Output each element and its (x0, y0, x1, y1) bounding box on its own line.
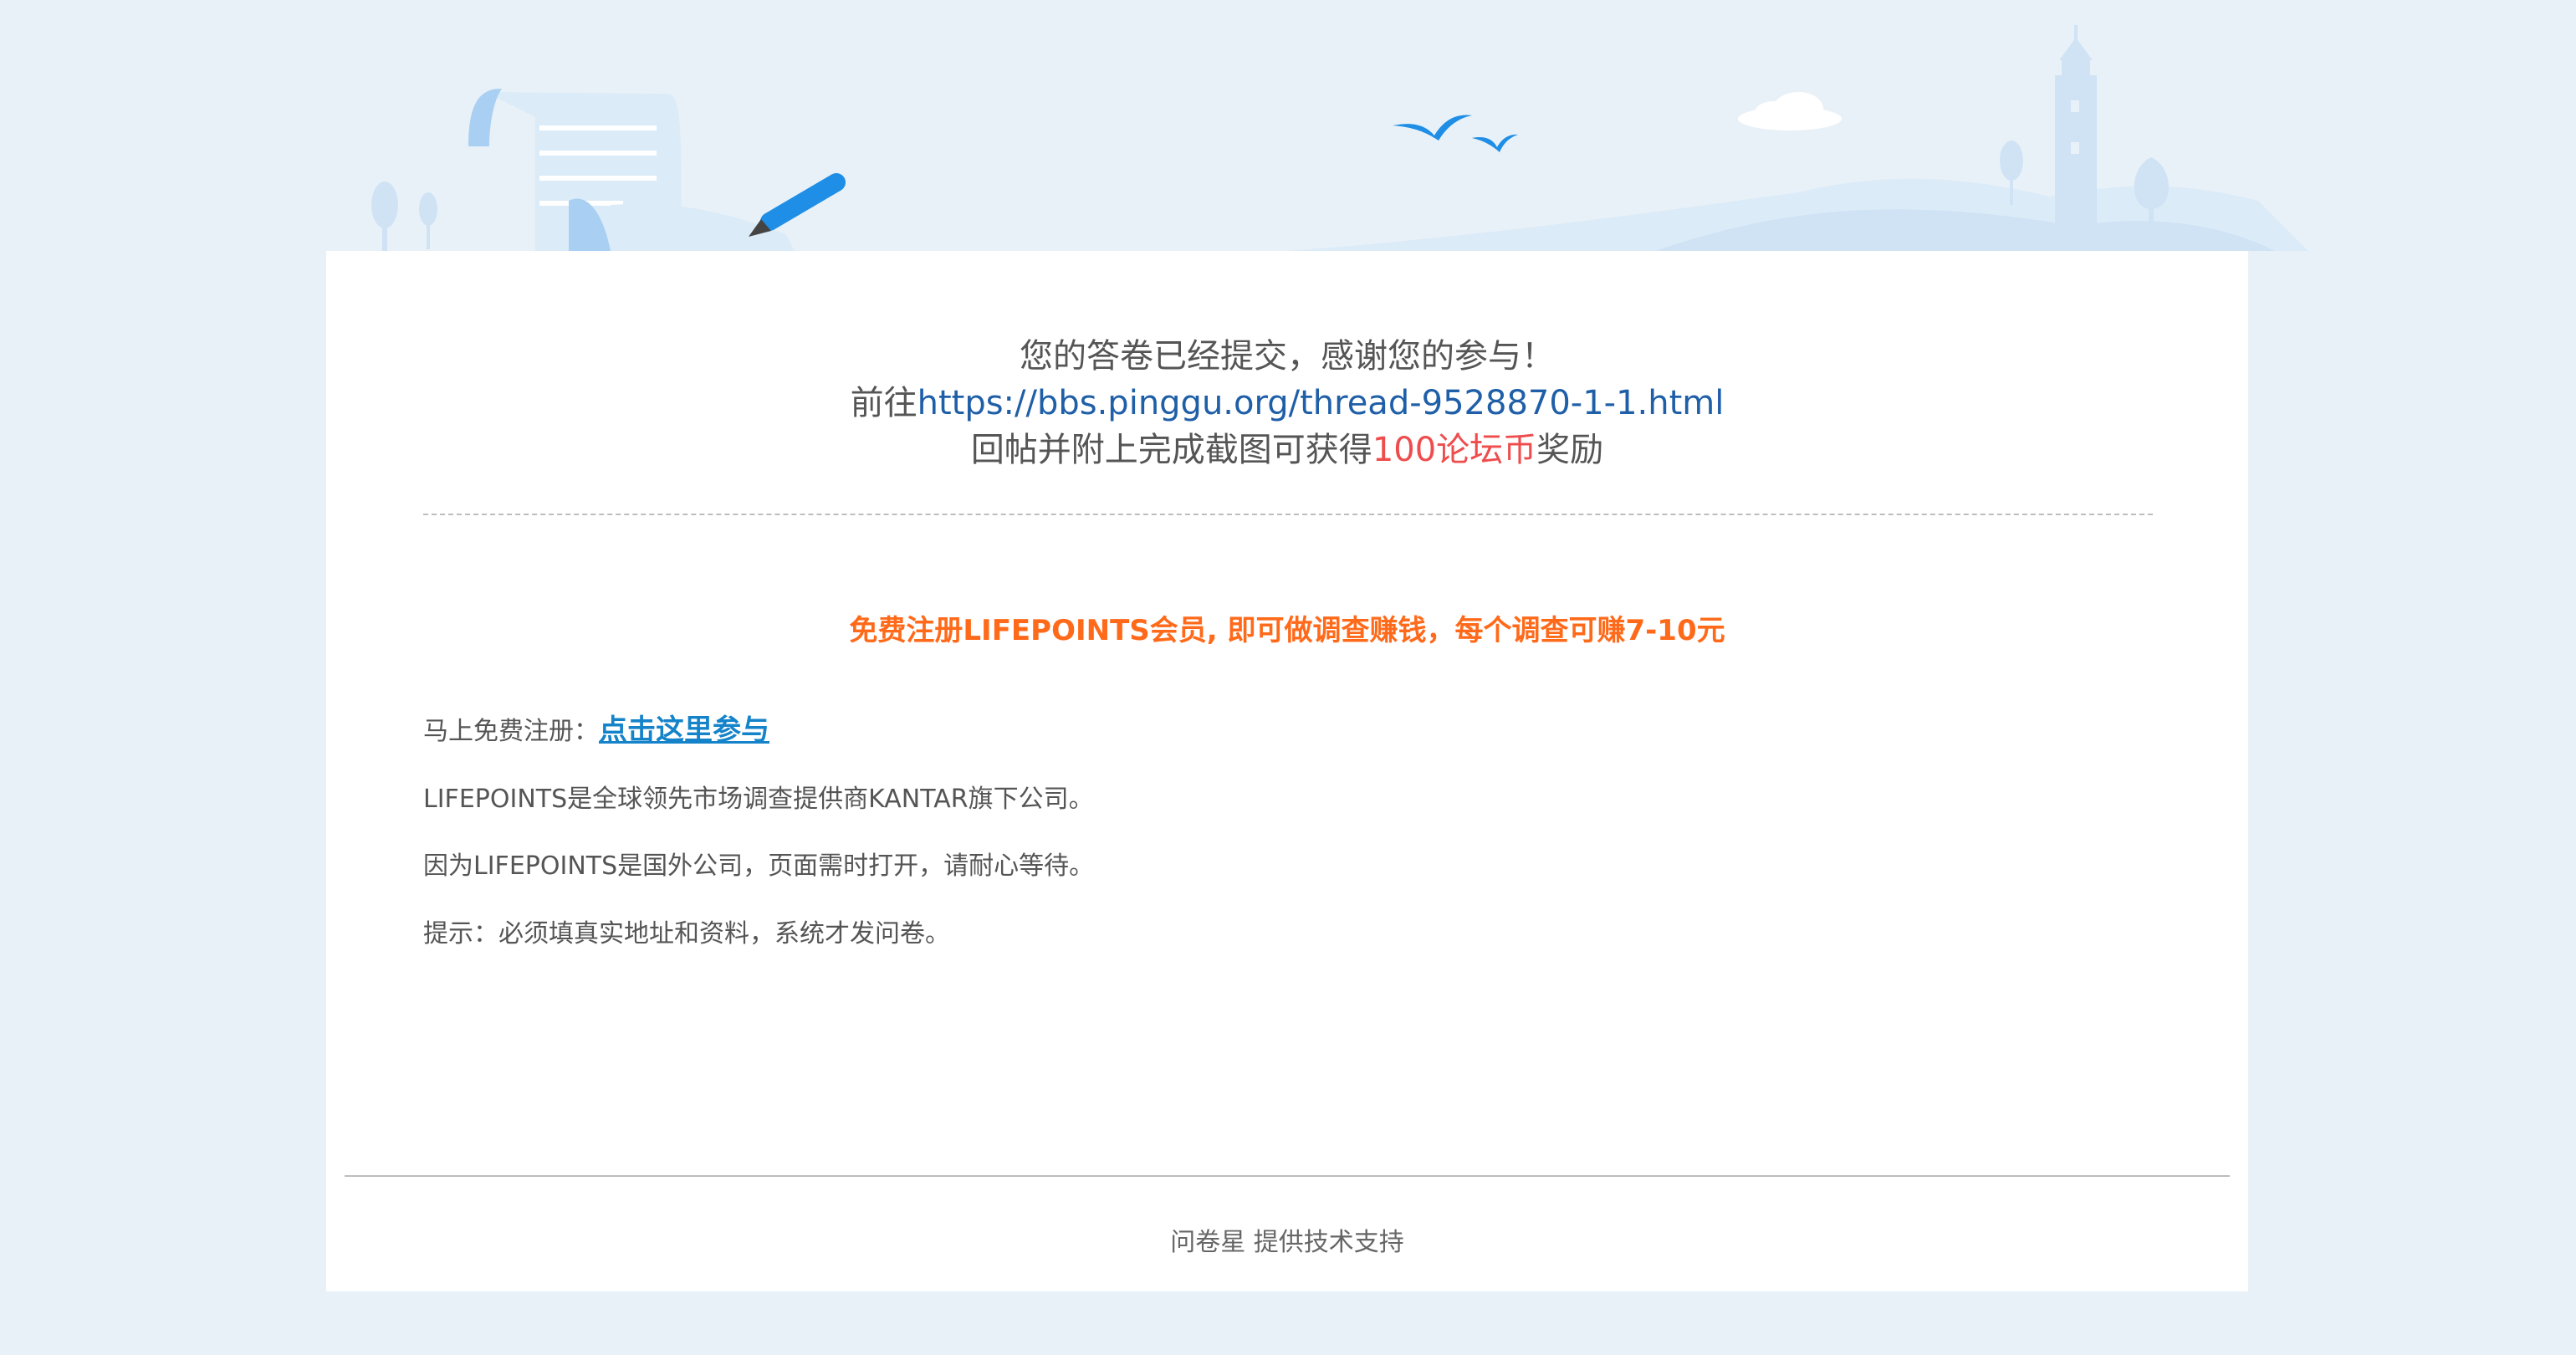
tree-icon (371, 182, 437, 251)
pen-icon (749, 173, 846, 237)
thread-link[interactable]: https://bbs.pinggu.org/thread-9528870-1-… (917, 384, 1725, 422)
dashed-divider (423, 514, 2153, 515)
result-card: 您的答卷已经提交，感谢您的参与！ 前往https://bbs.pinggu.or… (326, 251, 2248, 1291)
reward-suffix: 奖励 (1536, 431, 1604, 469)
submission-message: 您的答卷已经提交，感谢您的参与！ 前往https://bbs.pinggu.or… (326, 333, 2248, 473)
goto-line: 前往https://bbs.pinggu.org/thread-9528870-… (326, 380, 2248, 427)
join-link[interactable]: 点击这里参与 (599, 713, 769, 747)
register-label: 马上免费注册： (423, 717, 599, 746)
footer-divider (345, 1175, 2230, 1177)
cloud-icon (1738, 92, 1842, 130)
foreign-notice: 因为LIFEPOINTS是国外公司，页面需时打开，请耐心等待。 (423, 851, 1095, 881)
tip-notice: 提示：必须填真实地址和资料，系统才发问卷。 (423, 919, 950, 949)
reward-line: 回帖并附上完成截图可获得100论坛币奖励 (326, 427, 2248, 473)
lighthouse-icon (2055, 25, 2097, 251)
birds-icon (1393, 115, 1518, 152)
company-info: LIFEPOINTS是全球领先市场调查提供商KANTAR旗下公司。 (423, 785, 1094, 814)
promo-headline: 免费注册LIFEPOINTS会员, 即可做调查赚钱，每个调查可赚7-10元 (849, 614, 1725, 647)
goto-prefix: 前往 (850, 384, 917, 422)
register-row: 马上免费注册：点击这里参与 (423, 707, 769, 748)
thanks-line: 您的答卷已经提交，感谢您的参与！ (1020, 337, 1555, 376)
document-scroll-icon (468, 88, 795, 251)
powered-by-footer: 问卷星 提供技术支持 (1170, 1228, 1404, 1257)
reward-amount: 100论坛币 (1372, 431, 1537, 469)
reward-prefix: 回帖并附上完成截图可获得 (970, 431, 1372, 469)
header-illustration (371, 25, 2308, 251)
